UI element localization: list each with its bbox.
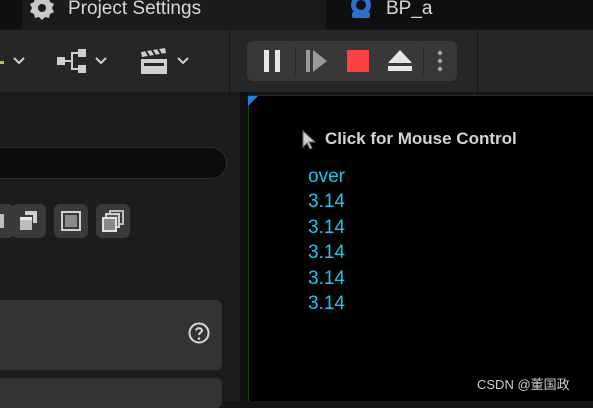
- play-controls-divider: [295, 47, 296, 75]
- add-content-button[interactable]: [0, 44, 32, 78]
- stop-icon: [347, 50, 369, 72]
- blueprint-icon: [351, 0, 371, 18]
- more-options-icon: [437, 50, 443, 72]
- details-row[interactable]: [0, 300, 222, 370]
- log-line: over: [308, 166, 345, 187]
- log-line: 3.14: [308, 293, 345, 315]
- play-controls: [247, 41, 457, 81]
- cube-icon: [0, 214, 4, 228]
- chevron-down-icon: [13, 57, 25, 65]
- tab-label: Project Settings: [68, 0, 202, 19]
- eject-icon: [388, 50, 412, 71]
- tab-bar: Project Settings BP_a: [0, 0, 593, 30]
- eject-button[interactable]: [381, 45, 419, 77]
- toolbar-separator: [477, 30, 478, 92]
- watermark: CSDN @董国政: [477, 377, 570, 392]
- play-controls-divider: [423, 47, 424, 75]
- chevron-down-icon: [95, 57, 107, 65]
- toolbar: [0, 30, 593, 92]
- cinematics-button[interactable]: [138, 44, 194, 78]
- stacked-cubes-icon: [20, 211, 37, 230]
- step-frame-icon: [306, 50, 327, 72]
- on-screen-log: over 3.14 3.14 3.14 3.14 3.14: [308, 164, 345, 316]
- blueprint-graph-icon: [57, 49, 86, 73]
- help-icon[interactable]: [188, 322, 210, 344]
- search-input[interactable]: [0, 147, 227, 179]
- tab-label: BP_a: [386, 0, 433, 19]
- mouse-control-hint-text: Click for Mouse Control: [325, 129, 517, 148]
- pause-icon: [264, 50, 280, 72]
- mode-button[interactable]: [12, 204, 46, 238]
- mode-button[interactable]: [54, 204, 88, 238]
- volume-box-icon: [61, 211, 81, 231]
- mouse-cursor-icon: [302, 130, 317, 150]
- toolbar-separator: [229, 30, 230, 92]
- chevron-down-icon: [177, 57, 189, 65]
- log-line: 3.14: [308, 216, 345, 238]
- pause-button[interactable]: [253, 45, 291, 77]
- tab-bp-a[interactable]: BP_a: [326, 0, 593, 30]
- details-row[interactable]: [0, 378, 222, 408]
- add-content-icon: [0, 61, 4, 64]
- step-frame-button[interactable]: [297, 45, 335, 77]
- viewport-border: [248, 96, 249, 401]
- log-line: 3.14: [308, 191, 345, 213]
- panel-splitter[interactable]: [240, 92, 248, 401]
- stop-button[interactable]: [339, 45, 377, 77]
- tab-project-settings[interactable]: Project Settings: [22, 0, 326, 30]
- viewport-corner-marker: [248, 96, 258, 106]
- gear-icon: [30, 0, 54, 20]
- more-options-button[interactable]: [425, 45, 455, 77]
- log-line: 3.14: [308, 242, 345, 264]
- mode-button[interactable]: [96, 204, 130, 238]
- viewport-border: [248, 95, 593, 96]
- log-line: 3.14: [308, 267, 345, 289]
- left-panel: [0, 92, 240, 408]
- layered-boxes-icon: [102, 210, 124, 232]
- cinematics-clapper-icon: [141, 48, 167, 74]
- blueprint-graph-button[interactable]: [56, 44, 112, 78]
